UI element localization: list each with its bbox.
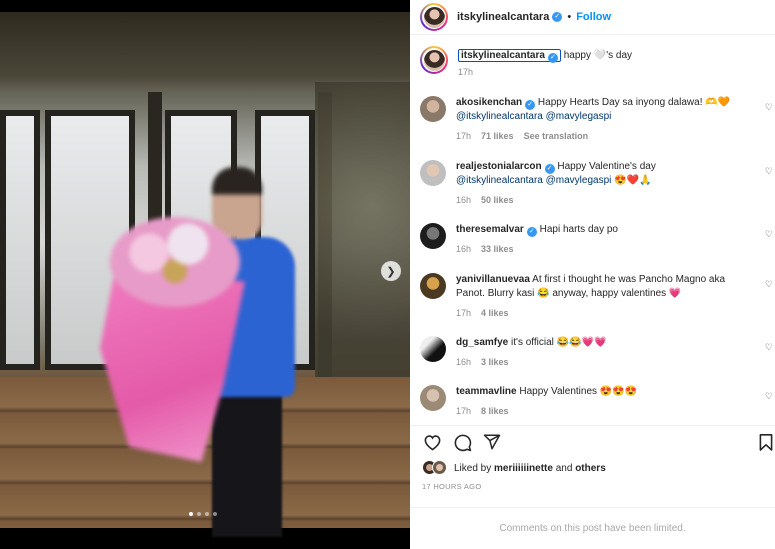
comment-username[interactable]: akosikenchan <box>456 97 522 108</box>
comment-likes[interactable]: 71 likes <box>481 131 514 141</box>
follow-button[interactable]: Follow <box>576 11 611 23</box>
comment-mentions[interactable]: @itskylinealcantara @mavylegaspi <box>456 111 611 122</box>
comment: realjestonialarcon ✓ Happy Valentine's da… <box>420 160 775 207</box>
like-button[interactable] <box>421 431 443 453</box>
comment: theresemalvar ✓ Hapi harts day po 16h 33 l… <box>420 223 775 256</box>
verified-icon: ✓ <box>526 227 537 237</box>
caption-text: happy 🤍's day <box>563 50 633 61</box>
verified-icon: ✓ <box>547 53 558 63</box>
liked-by-avatars[interactable] <box>422 460 450 476</box>
chevron-right-icon: ❯ <box>386 265 396 278</box>
comment-avatar[interactable] <box>420 160 446 186</box>
comments-list: itskylinealcantara ✓ happy 🤍's day 17h ak… <box>410 35 775 425</box>
save-button[interactable] <box>755 431 775 453</box>
liked-by-middle: and <box>555 462 573 474</box>
liked-by-prefix: Liked by <box>454 462 492 474</box>
liked-by-user[interactable]: meriiiiiinette <box>494 463 553 474</box>
bookmark-icon <box>759 434 773 451</box>
comment-likes[interactable]: 8 likes <box>481 406 509 416</box>
photo-window <box>0 110 40 370</box>
share-button[interactable] <box>481 431 503 453</box>
heart-icon[interactable]: ♡ <box>765 391 773 402</box>
comment-avatar[interactable] <box>420 385 446 411</box>
heart-icon <box>424 435 440 451</box>
separator-dot: • <box>567 11 572 23</box>
comment-avatar[interactable] <box>420 96 446 122</box>
carousel-dot <box>197 512 201 516</box>
comment-time[interactable]: 17h <box>456 308 471 318</box>
heart-icon[interactable]: ♡ <box>765 279 773 290</box>
carousel-dot <box>189 512 193 516</box>
verified-icon: ✓ <box>525 100 536 110</box>
heart-icon[interactable]: ♡ <box>765 166 773 177</box>
photo-scene <box>0 12 410 537</box>
comment-mentions[interactable]: @itskylinealcantara @mavylegaspi 😍❤️🙏 <box>456 175 652 186</box>
author-avatar[interactable] <box>420 3 448 31</box>
bouquet-flowers <box>110 217 240 307</box>
comment-likes[interactable]: 50 likes <box>481 195 514 205</box>
action-bar <box>410 425 775 457</box>
comment-username[interactable]: yanivillanuevaa <box>456 274 530 285</box>
post-image[interactable]: ❯ <box>0 0 410 549</box>
verified-icon: ✓ <box>544 164 555 174</box>
comment-text: Happy Valentine's day <box>554 161 656 172</box>
photo-roof <box>0 12 410 92</box>
post-header: itskylinealcantara ✓ • Follow <box>410 0 775 35</box>
comment: yanivillanuevaa At first i thought he wa… <box>420 273 775 320</box>
heart-icon[interactable]: ♡ <box>765 229 773 240</box>
comment: akosikenchan ✓ Happy Hearts Day sa inyong… <box>420 96 775 143</box>
comment-username[interactable]: realjestonialarcon <box>456 161 542 172</box>
caption-time[interactable]: 17h <box>458 67 473 77</box>
comment-username[interactable]: dg_samfye <box>456 337 508 348</box>
comment-likes[interactable]: 33 likes <box>481 244 514 254</box>
carousel-dot <box>205 512 209 516</box>
comment-text: Happy Hearts Day sa inyong dalawa! 🫶🧡 <box>535 97 731 108</box>
carousel-dot <box>213 512 217 516</box>
liked-by-others[interactable]: others <box>575 463 606 474</box>
carousel-dots <box>189 512 217 516</box>
post-timestamp[interactable]: 17 HOURS AGO <box>422 482 481 491</box>
comment-avatar[interactable] <box>420 223 446 249</box>
comment-likes[interactable]: 3 likes <box>481 357 509 367</box>
next-image-button[interactable]: ❯ <box>381 261 401 281</box>
photo-bouquet <box>100 217 250 462</box>
see-translation-link[interactable]: See translation <box>524 131 589 141</box>
comment-likes[interactable]: 4 likes <box>481 308 509 318</box>
comment-time[interactable]: 17h <box>456 131 471 141</box>
comment: teammavline Happy Valentines 😍😍😍 17h 8 li… <box>420 385 775 418</box>
post-panel: itskylinealcantara ✓ • Follow itskylinea… <box>410 0 775 549</box>
share-icon <box>483 434 501 450</box>
heart-icon[interactable]: ♡ <box>765 102 773 113</box>
comment-username[interactable]: theresemalvar <box>456 224 524 235</box>
comment-username[interactable]: teammavline <box>456 386 517 397</box>
comment-time[interactable]: 16h <box>456 195 471 205</box>
comment-text: Happy Valentines 😍😍😍 <box>516 386 638 397</box>
caption-username[interactable]: itskylinealcantara <box>461 50 545 61</box>
comment: dg_samfye it's official 😂😂💗💗 16h 3 likes … <box>420 336 775 369</box>
liked-by: Liked by meriiiiiinette and others <box>422 460 606 476</box>
caption: itskylinealcantara ✓ happy 🤍's day 17h <box>420 46 775 79</box>
comment-time[interactable]: 16h <box>456 357 471 367</box>
photo-plants <box>315 82 410 392</box>
author-avatar[interactable] <box>420 46 448 74</box>
author-username[interactable]: itskylinealcantara <box>457 11 549 23</box>
comment-avatar[interactable] <box>420 336 446 362</box>
comment-icon <box>454 434 471 451</box>
comment-button[interactable] <box>451 431 473 453</box>
heart-icon[interactable]: ♡ <box>765 342 773 353</box>
comment-text: it's official 😂😂💗💗 <box>508 337 607 348</box>
comments-limited-notice: Comments on this post have been limited. <box>410 507 775 549</box>
comment-avatar[interactable] <box>420 273 446 299</box>
comment-text: Hapi harts day po <box>536 224 618 235</box>
verified-icon: ✓ <box>552 12 563 22</box>
comment-time[interactable]: 16h <box>456 244 471 254</box>
comment-time[interactable]: 17h <box>456 406 471 416</box>
